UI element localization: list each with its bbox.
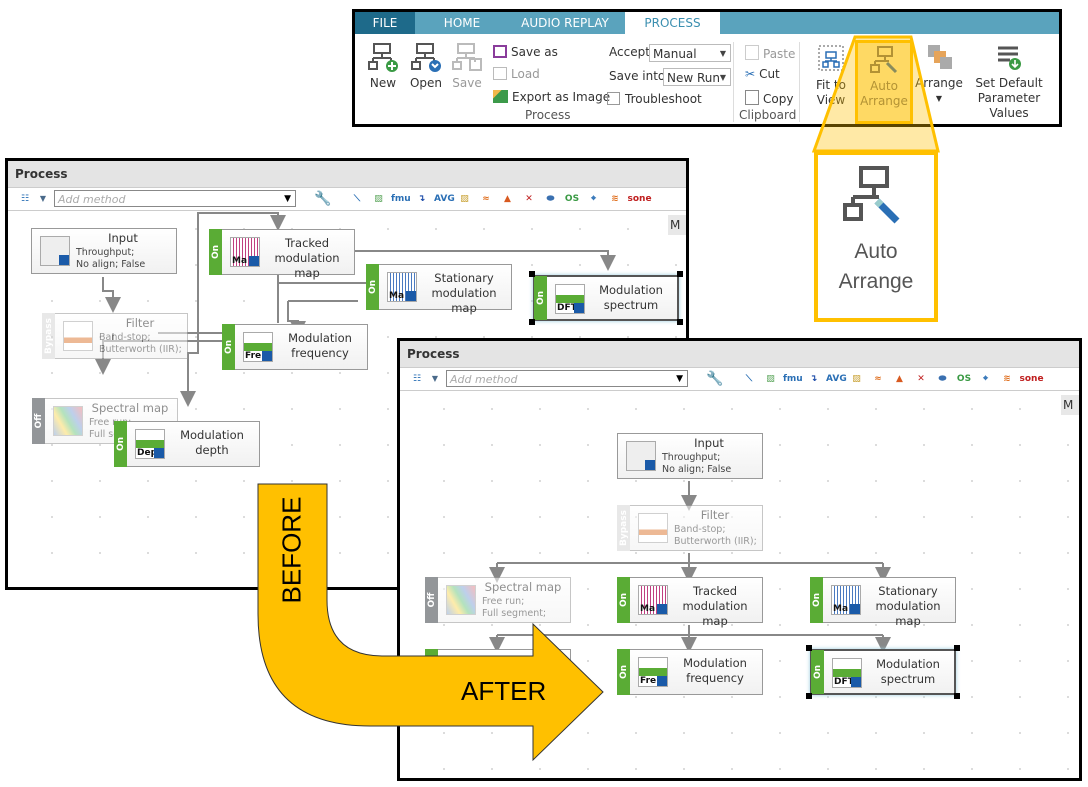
- before-label: BEFORE: [276, 496, 307, 604]
- before-after-arrow: [257, 483, 604, 762]
- after-label: AFTER: [461, 676, 547, 706]
